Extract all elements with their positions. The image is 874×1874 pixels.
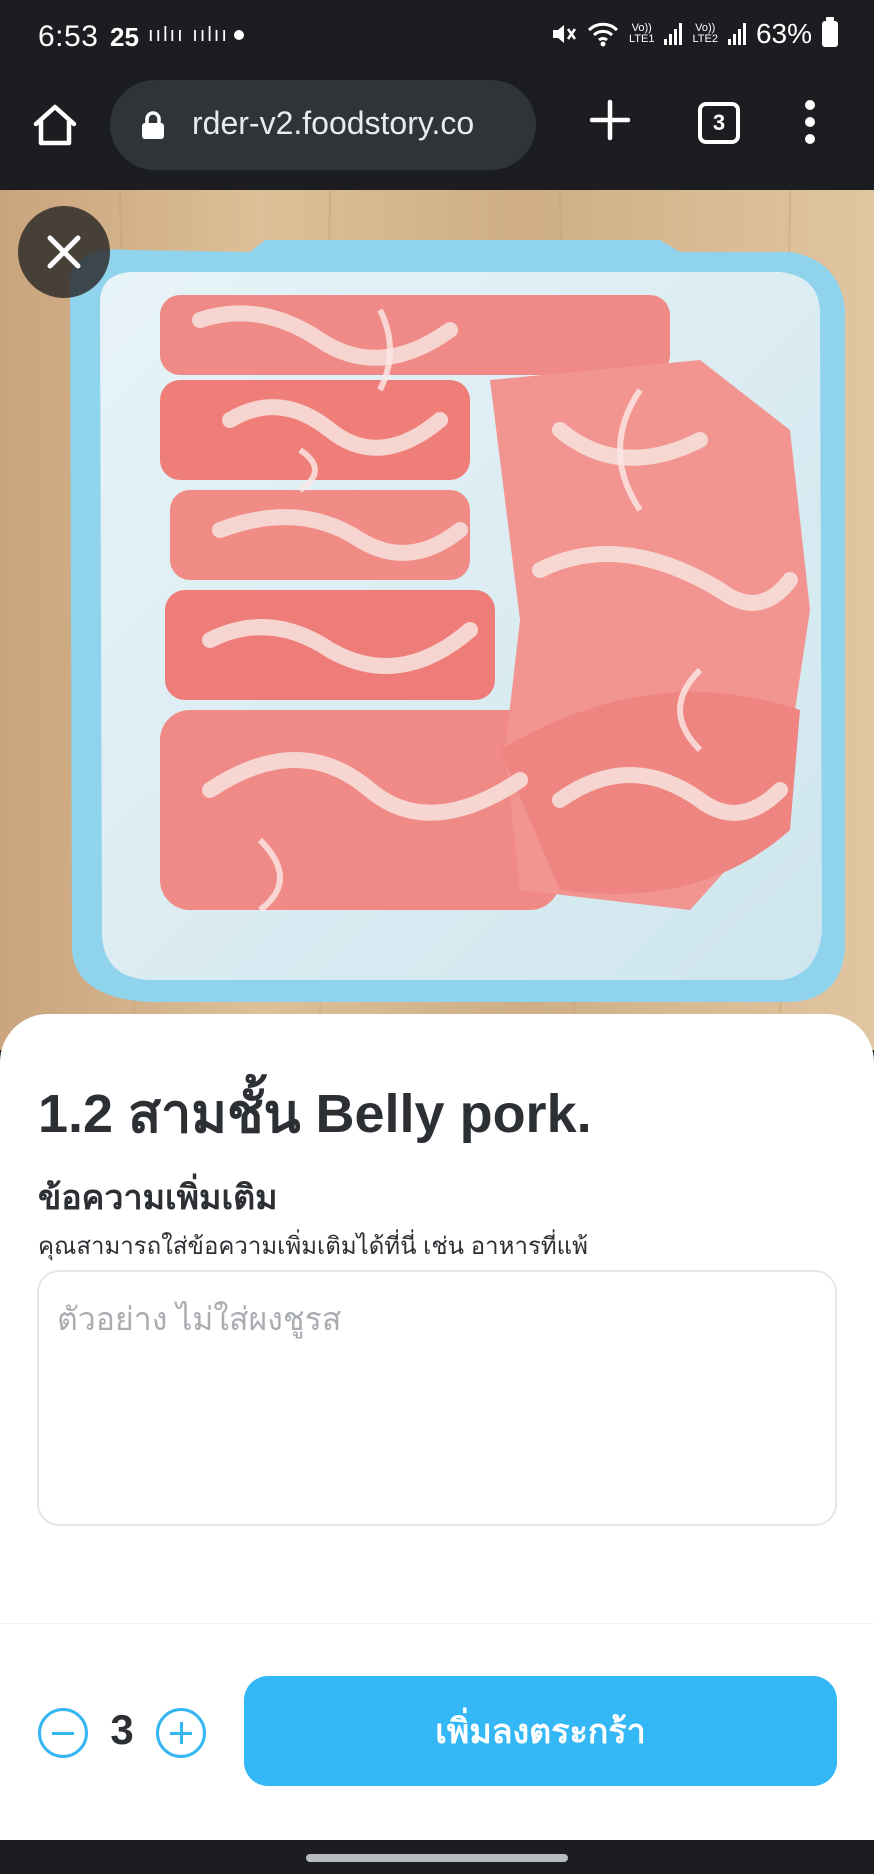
battery-percent: 63% — [755, 18, 812, 49]
signal-2-icon — [727, 23, 746, 45]
notification-icons: ıılıı ıılıı — [148, 24, 229, 46]
battery-icon — [822, 17, 838, 47]
add-to-cart-button[interactable]: เพิ่มลงตระกร้า — [244, 1676, 837, 1786]
status-indicators: Vo)) LTE1 Vo)) LTE2 63% — [549, 17, 838, 50]
product-detail-sheet: 1.2 สามชั้น Belly pork. ข้อความเพิ่มเติม… — [0, 1014, 874, 1624]
address-bar[interactable]: rder-v2.foodstory.co — [110, 80, 536, 170]
notification-dot-icon — [234, 30, 244, 40]
signal-1-icon — [664, 23, 683, 45]
lock-icon — [142, 111, 164, 139]
order-action-bar: 3 เพิ่มลงตระกร้า — [0, 1624, 874, 1840]
quantity-value: 3 — [110, 1706, 134, 1753]
plus-icon[interactable] — [588, 98, 632, 142]
decrease-quantity-button[interactable] — [38, 1708, 88, 1758]
note-heading: ข้อความเพิ่มเติม — [38, 1179, 278, 1217]
mute-icon — [552, 25, 577, 43]
tab-switcher-button[interactable]: 3 — [698, 102, 740, 144]
status-time: 6:53 — [38, 20, 99, 53]
note-hint: คุณสามารถใส่ข้อความเพิ่มเติมได้ที่นี่ เช… — [38, 1233, 588, 1260]
lte2-indicator: Vo)) LTE2 — [692, 22, 718, 45]
wifi-icon — [587, 22, 619, 47]
status-bar: 6:53 25 ıılıı ıılıı Vo)) LTE1 Vo)) LTE2 … — [0, 0, 874, 76]
home-indicator[interactable] — [306, 1854, 568, 1862]
browser-toolbar: rder-v2.foodstory.co 3 — [0, 76, 874, 190]
lte1-indicator: Vo)) LTE1 — [628, 22, 655, 45]
system-navigation-bar — [0, 1840, 874, 1874]
url-text: rder-v2.foodstory.co — [192, 105, 475, 141]
close-icon — [47, 235, 81, 269]
product-image — [0, 190, 874, 1050]
close-button[interactable] — [18, 206, 110, 298]
status-temperature: 25 — [110, 22, 139, 52]
note-input[interactable] — [37, 1270, 837, 1526]
product-title: 1.2 สามชั้น Belly pork. — [38, 1084, 592, 1144]
home-icon[interactable] — [30, 100, 80, 150]
increase-quantity-button[interactable] — [156, 1708, 206, 1758]
more-vertical-icon[interactable] — [800, 100, 820, 146]
